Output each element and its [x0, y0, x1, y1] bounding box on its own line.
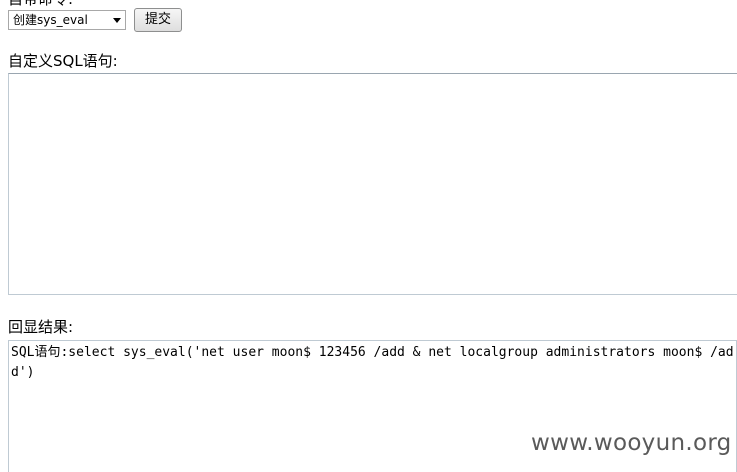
custom-sql-label: 自定义SQL语句: — [8, 52, 118, 70]
result-label: 回显结果: — [8, 318, 74, 336]
custom-sql-textarea[interactable] — [8, 73, 737, 295]
watermark: www.wooyun.org — [531, 430, 732, 456]
builtin-command-label: 自带命令: — [8, 0, 73, 8]
submit-button[interactable]: 提交 — [134, 8, 182, 32]
command-select-value: 创建sys_eval — [13, 13, 88, 27]
command-select[interactable]: 创建sys_eval — [8, 10, 126, 30]
chevron-down-icon — [113, 18, 121, 23]
page: 自带命令: 创建sys_eval 提交 自定义SQL语句: 回显结果: SQL语… — [0, 0, 737, 472]
